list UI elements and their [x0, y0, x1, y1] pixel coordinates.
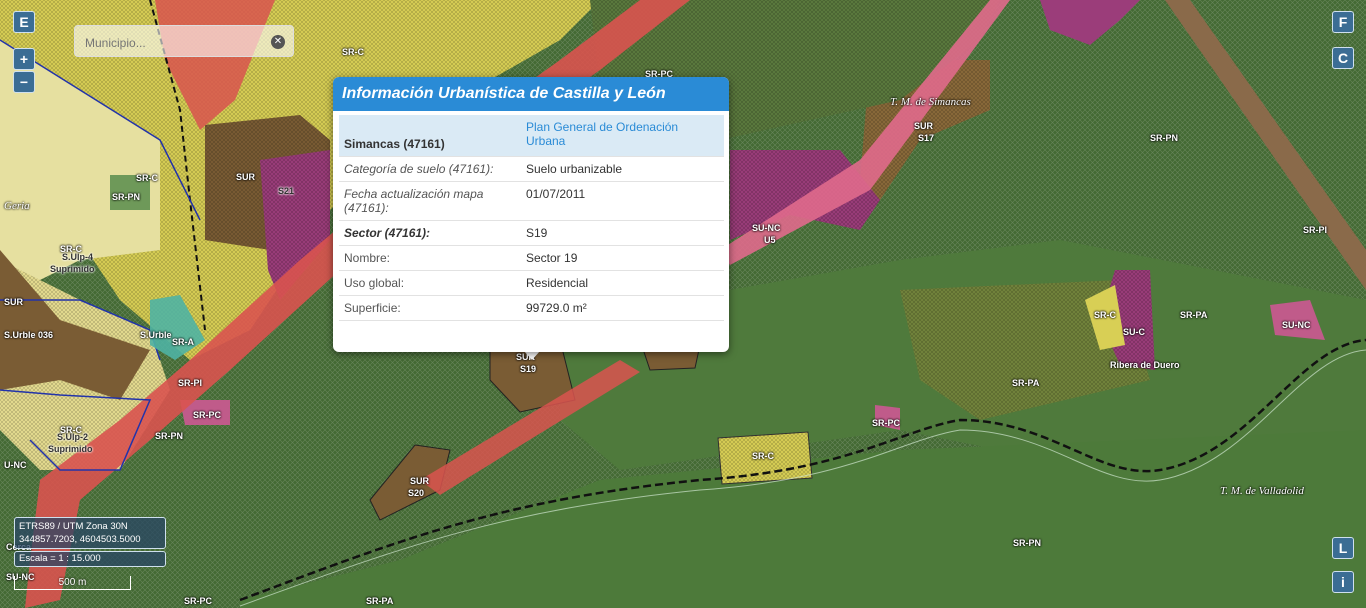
row-value: Sector 19	[521, 245, 724, 271]
row-value: S19	[521, 220, 724, 246]
map-label: U-NC	[4, 460, 27, 470]
map-label: SR-PI	[1303, 225, 1328, 235]
map-label: SUR	[4, 297, 24, 307]
map-label: SR-C	[1094, 310, 1116, 320]
municipality-search: ✕	[74, 25, 294, 57]
municipality-name: Simancas (47161)	[339, 115, 521, 157]
zoom-out-button[interactable]: −	[13, 71, 35, 93]
map-label: S.Urble	[140, 330, 172, 340]
map-label: SR-C	[342, 47, 364, 57]
map-label: S.Urble 036	[4, 330, 54, 340]
row-value: 99729.0 m²	[521, 295, 724, 321]
zoom-in-button[interactable]: +	[13, 48, 35, 70]
crs-label: ETRS89 / UTM Zona 30N	[19, 521, 128, 532]
layers-toggle-button[interactable]: E	[13, 11, 35, 33]
map-label: S21	[278, 186, 295, 196]
popup-row: Categoría de suelo (47161): Suelo urbani…	[339, 156, 724, 182]
map-label: SUR	[914, 121, 934, 131]
row-key: Sector (47161):	[339, 220, 521, 246]
map-label: S20	[408, 488, 425, 498]
coordinates-panel: ETRS89 / UTM Zona 30N 344857.7203, 46045…	[14, 517, 166, 549]
map-label: U5	[764, 235, 776, 245]
map-label: S19	[520, 364, 537, 374]
fullscreen-button[interactable]: F	[1332, 11, 1354, 33]
popup-row: Fecha actualización mapa (47161): 01/07/…	[339, 181, 724, 221]
map-label: Suprimido	[50, 264, 95, 274]
legend-button[interactable]: L	[1332, 537, 1354, 559]
popup-pointer	[524, 351, 540, 360]
map-label: SU-NC	[1282, 320, 1311, 330]
map-label: SR-PC	[184, 596, 213, 606]
popup-row: Superficie: 99729.0 m²	[339, 295, 724, 321]
map-label: SR-PN	[1150, 133, 1179, 143]
row-key: Nombre:	[339, 245, 521, 271]
map-label: SR-PN	[1013, 538, 1042, 548]
map-label: SR-PC	[193, 410, 222, 420]
map-label: SR-C	[752, 451, 774, 461]
scale-ratio: Escala = 1 : 15.000	[14, 551, 166, 567]
map-label: SR-PN	[112, 192, 141, 202]
place-label: T. M. de Valladolid	[1220, 485, 1304, 497]
map-label: S.Ulp-2	[57, 432, 89, 442]
map-label: SR-PA	[1012, 378, 1040, 388]
row-key: Fecha actualización mapa (47161):	[339, 181, 521, 221]
map-label: SR-PN	[155, 431, 184, 441]
row-key: Uso global:	[339, 270, 521, 296]
plan-link[interactable]: Plan General de Ordenación Urbana	[521, 115, 724, 157]
popup-row: Sector (47161): S19	[339, 220, 724, 246]
map-label: Suprimido	[48, 444, 93, 454]
row-value: Suelo urbanizable	[521, 156, 724, 182]
popup-title: Información Urbanística de Castilla y Le…	[333, 77, 729, 111]
clear-search-icon[interactable]: ✕	[271, 35, 285, 49]
cursor-coordinates: 344857.7203, 4604503.5000	[19, 534, 141, 545]
popup-table: Simancas (47161) Plan General de Ordenac…	[339, 115, 724, 321]
row-key: Categoría de suelo (47161):	[339, 156, 521, 182]
map-label: SUR	[236, 172, 256, 182]
map-label: SUR	[410, 476, 430, 486]
map-label: S17	[918, 133, 935, 143]
map-label: SU-C	[1123, 327, 1145, 337]
scale-bar: 500 m	[14, 576, 131, 590]
map-label: Ribera de Duero	[1110, 360, 1180, 370]
row-key: Superficie:	[339, 295, 521, 321]
place-label: T. M. de Simancas	[890, 96, 971, 108]
place-label: Geria	[4, 200, 30, 212]
popup-row: Uso global: Residencial	[339, 270, 724, 296]
info-popup: Información Urbanística de Castilla y Le…	[333, 77, 729, 352]
map-label: SR-PA	[366, 596, 394, 606]
map-label: SR-PI	[178, 378, 203, 388]
map-label: SR-A	[172, 337, 194, 347]
close-popups-button[interactable]: C	[1332, 47, 1354, 69]
popup-row: Nombre: Sector 19	[339, 245, 724, 271]
map-label: SR-PA	[1180, 310, 1208, 320]
info-button[interactable]: i	[1332, 571, 1354, 593]
map-label: S.Ulp-4	[62, 252, 94, 262]
municipality-search-input[interactable]	[83, 33, 267, 53]
map-label: SR-C	[136, 173, 158, 183]
popup-header-row: Simancas (47161) Plan General de Ordenac…	[339, 115, 724, 157]
row-value: Residencial	[521, 270, 724, 296]
map-label: SR-PC	[872, 418, 901, 428]
map-label: SU-NC	[752, 223, 781, 233]
row-value: 01/07/2011	[521, 181, 724, 221]
